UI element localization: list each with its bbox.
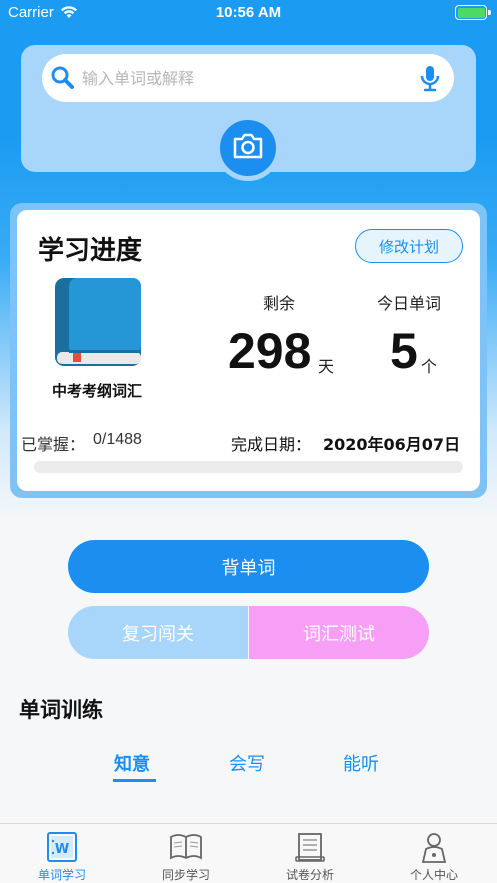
progress-title: 学习进度 xyxy=(38,236,143,266)
battery-icon xyxy=(455,5,487,20)
status-time: 10:56 AM xyxy=(215,4,282,21)
mastered-label: 已掌握： xyxy=(21,435,86,454)
tab-selected-indicator xyxy=(113,779,156,782)
memorize-words-button[interactable]: 背单词 xyxy=(68,540,429,593)
svg-text:W: W xyxy=(55,842,69,857)
microphone-icon[interactable] xyxy=(420,65,440,96)
remaining-days-unit: 天 xyxy=(318,357,335,376)
progress-bar xyxy=(34,461,463,473)
nav-label-sync-study: 同步学习 xyxy=(161,868,210,882)
nav-label-paper-analysis: 试卷分析 xyxy=(285,868,334,882)
status-bar: Carrier 10:56 AM xyxy=(0,0,497,26)
battery-tip xyxy=(488,10,491,15)
mastered-value: 0/1488 xyxy=(93,431,142,448)
search-input[interactable] xyxy=(82,62,402,94)
remaining-days-value: 298 xyxy=(228,323,312,379)
finish-date-label: 完成日期： xyxy=(231,435,312,454)
tab-listening[interactable]: 能听 xyxy=(343,750,379,776)
nav-item-paper-analysis[interactable]: 试卷分析 xyxy=(248,824,372,883)
paper-icon xyxy=(293,831,327,867)
word-training-title: 单词训练 xyxy=(19,698,103,722)
search-icon[interactable] xyxy=(50,65,76,95)
bottom-navigation: W 单词学习 同步学习 试卷分析 个人中心 xyxy=(0,823,497,883)
vocabulary-book-name: 中考考纲词汇 xyxy=(51,382,142,400)
vocabulary-test-button[interactable]: 词汇测试 xyxy=(249,606,429,659)
word-book-icon: W xyxy=(45,831,79,867)
person-icon xyxy=(417,831,451,867)
tab-meaning[interactable]: 知意 xyxy=(114,750,150,776)
remaining-days-label: 剩余 xyxy=(263,294,296,313)
tab-writing[interactable]: 会写 xyxy=(229,750,265,776)
nav-label-personal-center: 个人中心 xyxy=(409,868,458,882)
today-words-unit: 个 xyxy=(421,357,438,376)
vocabulary-book-icon[interactable] xyxy=(53,276,143,372)
nav-item-personal-center[interactable]: 个人中心 xyxy=(372,824,496,883)
modify-plan-button[interactable]: 修改计划 xyxy=(355,229,463,263)
nav-label-word-study: 单词学习 xyxy=(37,868,86,882)
today-words-label: 今日单词 xyxy=(377,294,442,313)
finish-date-value: 2020年06月07日 xyxy=(323,435,461,454)
camera-button[interactable] xyxy=(215,115,281,181)
camera-icon xyxy=(232,132,264,164)
open-book-icon xyxy=(169,831,203,867)
review-challenge-button[interactable]: 复习闯关 xyxy=(68,606,248,659)
search-bar[interactable] xyxy=(42,54,454,102)
nav-item-sync-study[interactable]: 同步学习 xyxy=(124,824,248,883)
progress-card: 学习进度 修改计划 中考考纲词汇 剩余 298 天 今日单词 5 个 已掌握： … xyxy=(17,210,480,491)
nav-item-word-study[interactable]: W 单词学习 xyxy=(0,824,124,883)
today-words-value: 5 xyxy=(390,323,418,379)
